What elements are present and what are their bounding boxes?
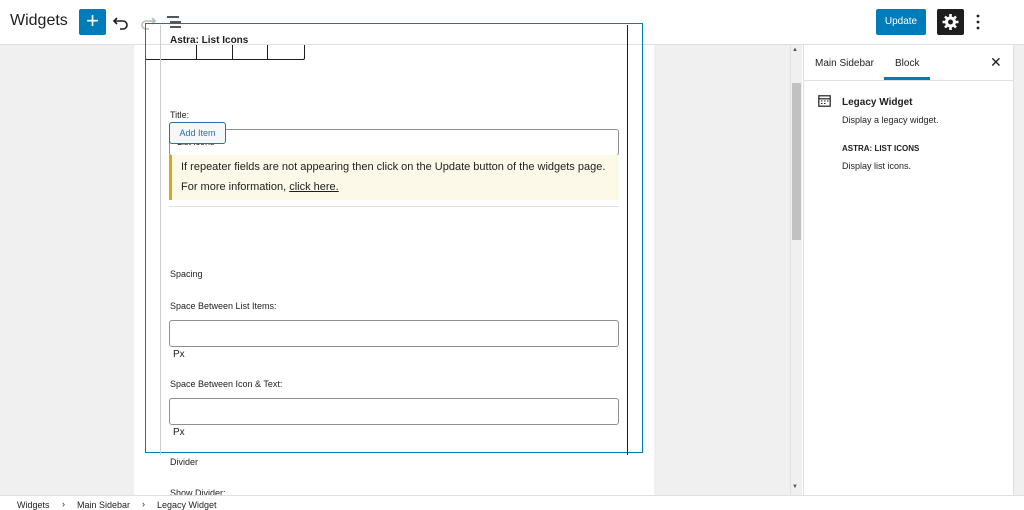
notice-text: If repeater fields are not appearing the…	[181, 161, 606, 193]
settings-gear-icon[interactable]	[937, 9, 964, 35]
update-button[interactable]: Update	[876, 9, 926, 35]
space-icon-input[interactable]	[169, 398, 619, 425]
canvas-scrollbar-thumb[interactable]	[792, 83, 801, 240]
title-input[interactable]: List icons	[169, 129, 619, 156]
calendar-icon	[818, 94, 831, 107]
scroll-down-icon[interactable]: ▼	[792, 484, 798, 490]
scroll-up-icon[interactable]: ▲	[792, 47, 798, 53]
more-options-icon[interactable]	[970, 11, 986, 33]
block-name: Legacy Widget	[842, 97, 913, 108]
sidebar-scrollbar[interactable]	[1013, 45, 1024, 495]
chevron-right-icon: ›	[142, 499, 145, 509]
breadcrumb: Widgets › Main Sidebar › Legacy Widget	[0, 495, 1024, 510]
notice-link[interactable]: click here.	[289, 181, 339, 193]
repeater-notice: If repeater fields are not appearing the…	[169, 155, 619, 200]
undo-icon[interactable]	[112, 12, 130, 32]
title-label: Title:	[170, 110, 190, 120]
divider-line	[169, 206, 619, 207]
widget-description: Display list icons.	[842, 161, 912, 171]
divider-heading: Divider	[170, 457, 199, 467]
breadcrumb-main-sidebar[interactable]: Main Sidebar	[77, 500, 130, 510]
tab-main-sidebar[interactable]: Main Sidebar	[815, 58, 874, 69]
widget-type: ASTRA: LIST ICONS	[842, 144, 920, 153]
space-items-unit: Px	[173, 349, 185, 360]
tab-block[interactable]: Block	[895, 58, 919, 69]
close-icon[interactable]: ✕	[990, 54, 1002, 71]
sidebar-divider	[803, 80, 1013, 81]
widget-title: Astra: List Icons	[170, 35, 249, 46]
add-item-button[interactable]: Add Item	[169, 122, 226, 144]
widget-form	[160, 25, 628, 455]
settings-sidebar	[803, 45, 1013, 495]
block-description: Display a legacy widget.	[842, 115, 939, 125]
add-block-button[interactable]: +	[79, 9, 106, 35]
space-items-input[interactable]	[169, 320, 619, 347]
spacing-heading: Spacing	[170, 269, 203, 279]
space-items-label: Space Between List Items:	[170, 301, 277, 311]
space-icon-unit: Px	[173, 427, 185, 438]
page-title: Widgets	[10, 12, 68, 29]
breadcrumb-widgets[interactable]: Widgets	[17, 500, 50, 510]
chevron-right-icon: ›	[62, 499, 65, 509]
breadcrumb-legacy-widget[interactable]: Legacy Widget	[157, 500, 217, 510]
space-icon-label: Space Between Icon & Text:	[170, 379, 283, 389]
